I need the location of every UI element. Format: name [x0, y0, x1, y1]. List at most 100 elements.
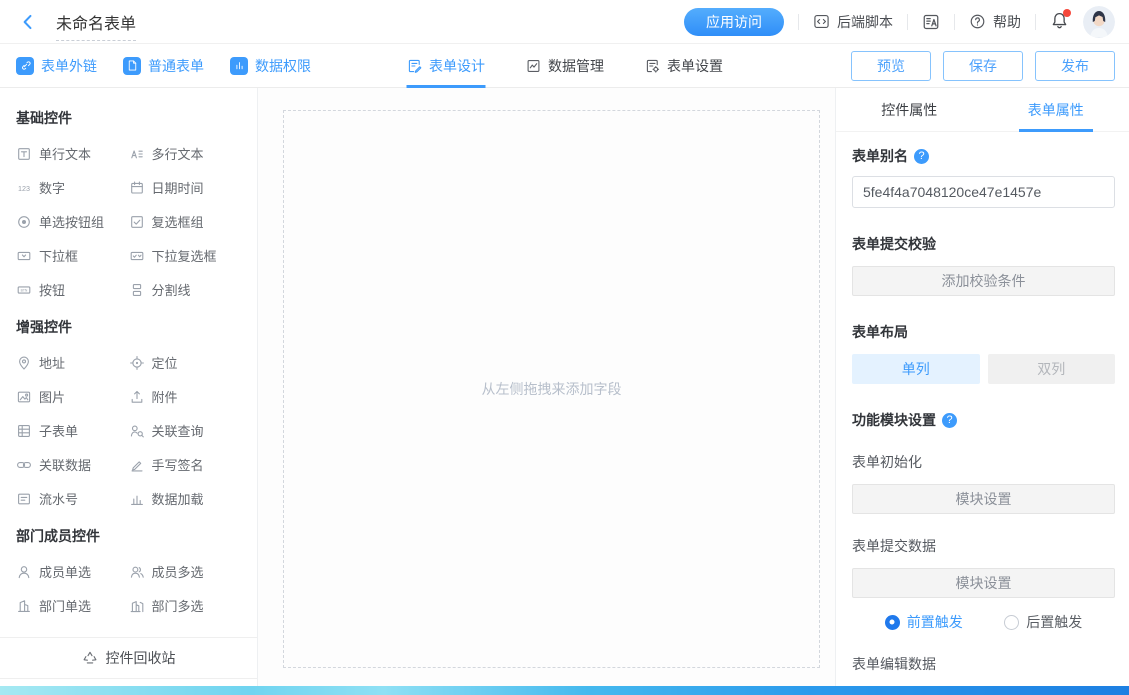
tab-form-properties[interactable]: 表单属性: [983, 88, 1129, 131]
tab-form-design[interactable]: 表单设计: [406, 44, 485, 88]
nav-form-external-link[interactable]: 表单外链: [16, 56, 97, 76]
language-icon: [922, 13, 940, 31]
radio-icon: [885, 615, 900, 630]
sidebar-section-title: 增强控件: [16, 317, 241, 337]
layout-option-double-column[interactable]: 双列: [988, 354, 1116, 384]
control-label: 日期时间: [152, 178, 204, 197]
sidebar-section-title: 基础控件: [16, 108, 241, 128]
control-label: 复选框组: [152, 212, 204, 231]
control-item-datetime[interactable]: 日期时间: [129, 178, 242, 197]
trigger-radio-group: 前置触发 后置触发: [852, 612, 1115, 632]
control-item-member-multi[interactable]: 成员多选: [129, 562, 242, 581]
bottom-strip: [0, 686, 1129, 695]
control-item-locate[interactable]: 定位: [129, 353, 242, 372]
module-settings-button[interactable]: 模块设置: [852, 484, 1115, 514]
control-item-dept-multi[interactable]: 部门多选: [129, 596, 242, 615]
signature-icon: [129, 457, 145, 473]
control-item-member-single[interactable]: 成员单选: [16, 562, 129, 581]
recycle-bin-button[interactable]: 控件回收站: [0, 637, 257, 679]
data-load-icon: [129, 491, 145, 507]
locate-icon: [129, 355, 145, 371]
backend-script-button[interactable]: 后端脚本: [813, 12, 893, 32]
tab-form-settings[interactable]: 表单设置: [644, 44, 723, 88]
link-icon: [16, 57, 34, 75]
avatar-image: [1083, 6, 1115, 38]
help-icon: [969, 13, 986, 30]
data-icon: [525, 58, 541, 74]
select-icon: [16, 248, 32, 264]
radio-pre-trigger[interactable]: 前置触发: [885, 612, 963, 632]
help-badge-icon[interactable]: [914, 149, 929, 164]
tab-data-management[interactable]: 数据管理: [525, 44, 604, 88]
control-item-button[interactable]: BTN按钮: [16, 280, 129, 299]
module-group-form-edit-data: 表单编辑数据 模块设置前置触发后置触发: [852, 654, 1115, 686]
form-title[interactable]: 未命名表单: [56, 16, 136, 33]
help-button[interactable]: 帮助: [969, 12, 1021, 32]
control-item-divider[interactable]: 分割线: [129, 280, 242, 299]
control-item-data-load[interactable]: 数据加载: [129, 489, 242, 508]
module-settings-label: 功能模块设置: [852, 410, 1115, 430]
control-item-select[interactable]: 下拉框: [16, 246, 129, 265]
attachment-icon: [129, 389, 145, 405]
tab-control-properties[interactable]: 控件属性: [836, 88, 983, 131]
preview-button[interactable]: 预览: [851, 51, 931, 81]
control-item-dept-single[interactable]: 部门单选: [16, 596, 129, 615]
control-item-signature[interactable]: 手写签名: [129, 455, 242, 474]
control-item-multi-select[interactable]: 下拉复选框: [129, 246, 242, 265]
control-item-number[interactable]: 123 数字: [16, 178, 129, 197]
radio-label: 后置触发: [1026, 612, 1082, 632]
control-item-relation-query[interactable]: 关联查询: [129, 421, 242, 440]
nav-data-permission[interactable]: 数据权限: [230, 56, 311, 76]
control-item-address[interactable]: 地址: [16, 353, 129, 372]
divider: [954, 14, 955, 30]
control-label: 关联查询: [152, 421, 204, 440]
submit-validation-label: 表单提交校验: [852, 234, 1115, 254]
control-label: 成员多选: [152, 562, 204, 581]
save-button[interactable]: 保存: [943, 51, 1023, 81]
form-alias-input[interactable]: [852, 176, 1115, 208]
publish-button[interactable]: 发布: [1035, 51, 1115, 81]
app-access-button[interactable]: 应用访问: [684, 8, 784, 36]
control-label: 手写签名: [152, 455, 204, 474]
tab-label: 数据管理: [548, 56, 604, 76]
control-item-single-line-text[interactable]: 单行文本: [16, 144, 129, 163]
control-item-checkbox-group[interactable]: 复选框组: [129, 212, 242, 231]
radio-group-icon: [16, 214, 32, 230]
notification-bell-button[interactable]: [1050, 11, 1069, 33]
member-single-icon: [16, 564, 32, 580]
nav-label: 普通表单: [148, 56, 204, 76]
control-label: 数字: [39, 178, 65, 197]
language-button[interactable]: [922, 13, 940, 31]
avatar[interactable]: [1083, 6, 1115, 38]
properties-panel: 控件属性表单属性 表单别名 表单提交校验 添加校验条件 表单布局 单列双列: [835, 88, 1129, 686]
add-validation-button[interactable]: 添加校验条件: [852, 266, 1115, 296]
control-item-radio-group[interactable]: 单选按钮组: [16, 212, 129, 231]
radio-post-trigger[interactable]: 后置触发: [1004, 612, 1082, 632]
control-label: 下拉复选框: [152, 246, 217, 265]
nav-normal-form[interactable]: 普通表单: [123, 56, 204, 76]
back-button[interactable]: [16, 10, 40, 34]
control-item-relation-data[interactable]: 关联数据: [16, 455, 129, 474]
form-canvas-dropzone[interactable]: 从左侧拖拽来添加字段: [283, 110, 820, 668]
image-icon: [16, 389, 32, 405]
divider: [798, 14, 799, 30]
bars-icon: [230, 57, 248, 75]
top-bar: 未命名表单 应用访问 后端脚本 帮助: [0, 0, 1129, 44]
subform-icon: [16, 423, 32, 439]
divider: [907, 14, 908, 30]
number-icon: 123: [16, 180, 32, 196]
control-item-image[interactable]: 图片: [16, 387, 129, 406]
control-label: 部门多选: [152, 596, 204, 615]
control-label: 分割线: [152, 280, 191, 299]
control-label: 子表单: [39, 421, 78, 440]
control-item-serial-number[interactable]: 流水号: [16, 489, 129, 508]
control-label: 数据加载: [152, 489, 204, 508]
nav-label: 表单外链: [41, 56, 97, 76]
control-item-attachment[interactable]: 附件: [129, 387, 242, 406]
control-label: 按钮: [39, 280, 65, 299]
help-badge-icon[interactable]: [942, 413, 957, 428]
module-settings-button[interactable]: 模块设置: [852, 568, 1115, 598]
layout-option-single-column[interactable]: 单列: [852, 354, 980, 384]
control-item-subform[interactable]: 子表单: [16, 421, 129, 440]
control-item-multi-line-text[interactable]: 多行文本: [129, 144, 242, 163]
